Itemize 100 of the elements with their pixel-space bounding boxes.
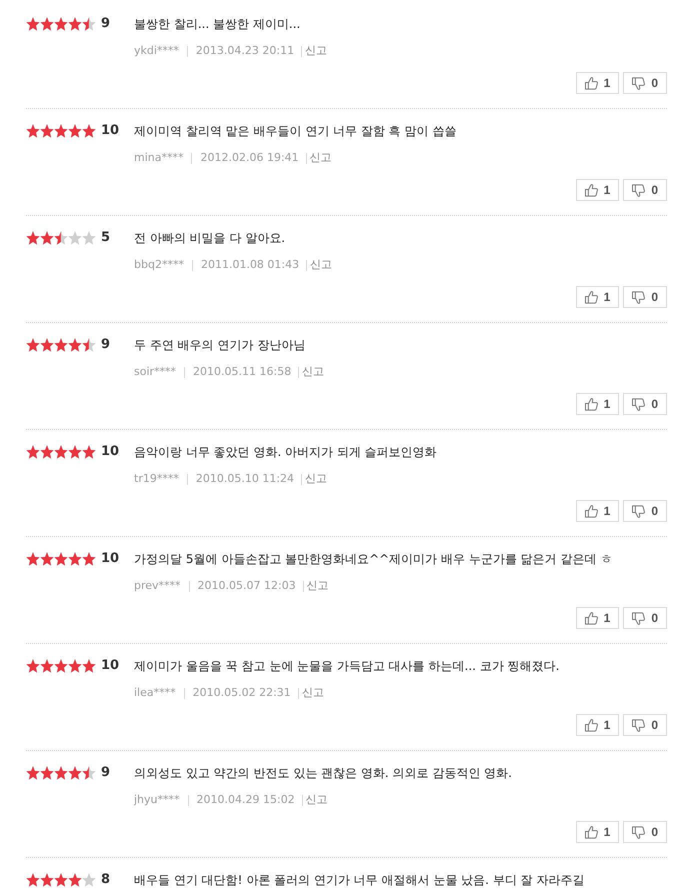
username: ykdi**** [134, 44, 179, 58]
like-button[interactable]: 1 [576, 607, 620, 629]
like-button[interactable]: 1 [576, 286, 620, 308]
report-link[interactable]: 신고 [302, 365, 324, 379]
star-icon [54, 17, 68, 31]
rating-score: 10 [101, 444, 120, 460]
review-date: 2010.05.11 16:58 [193, 365, 292, 379]
review-text: 가정의달 5월에 아들손잡고 볼만한영화네요^^제이미가 배우 누군가를 닮은거 같은데 ㅎ [134, 551, 612, 567]
star-icon [82, 659, 96, 673]
review-text: 두 주연 배우의 연기가 장난아님 [134, 337, 306, 353]
like-button[interactable]: 1 [576, 72, 620, 94]
dislike-button[interactable]: 0 [623, 500, 667, 522]
dislike-button[interactable]: 0 [623, 821, 667, 843]
star-icon [26, 659, 40, 673]
star-icon [68, 766, 82, 780]
rating-score: 10 [101, 658, 120, 674]
review-text: 제이미가 울음을 꾹 참고 눈에 눈물을 가득담고 대사를 하는데... 코가 찡해졌다. [134, 658, 560, 674]
star-icon [26, 873, 40, 887]
star-icon [26, 17, 40, 31]
half-star-icon [54, 231, 68, 245]
star-icon [68, 338, 82, 352]
star-icon [26, 552, 40, 566]
star-icon [54, 766, 68, 780]
star-icon [26, 445, 40, 459]
star-icon [54, 124, 68, 138]
star-icon [82, 445, 96, 459]
half-star-icon [82, 766, 96, 780]
star-icon [26, 338, 40, 352]
star-icon [40, 552, 54, 566]
star-icon [40, 17, 54, 31]
like-button[interactable]: 1 [576, 393, 620, 415]
dislike-button[interactable]: 0 [623, 286, 667, 308]
like-button[interactable]: 1 [576, 821, 620, 843]
report-link[interactable]: 신고 [310, 151, 332, 165]
star-icon [68, 552, 82, 566]
like-button[interactable]: 1 [576, 500, 620, 522]
half-star-icon [82, 17, 96, 31]
review-text: 전 아빠의 비밀을 다 알아요. [134, 230, 286, 246]
star-icon [26, 231, 40, 245]
thumbs-down-icon [632, 76, 646, 90]
thumbs-up-icon [584, 826, 598, 838]
star-icon [54, 445, 68, 459]
thumbs-up-icon [584, 612, 598, 624]
report-link[interactable]: 신고 [306, 793, 328, 807]
star-icon [68, 124, 82, 138]
star-icon [54, 552, 68, 566]
star-icon [26, 766, 40, 780]
review-text: 배우들 연기 대단함! 아론 폴러의 연기가 너무 애절해서 눈물 났음. 부디 잘 자라주길 [134, 872, 584, 888]
report-link[interactable]: 신고 [305, 44, 328, 58]
thumbs-up-icon [584, 290, 598, 304]
username: mina**** [134, 151, 184, 165]
dislike-button[interactable]: 0 [623, 72, 667, 94]
review-date: 2011.01.08 01:43 [200, 258, 300, 272]
rating-score: 9 [101, 765, 112, 781]
rating-score: 9 [101, 337, 112, 353]
report-link[interactable]: 신고 [306, 579, 329, 593]
username: bbq2**** [134, 258, 184, 272]
username: ilea**** [134, 686, 176, 700]
thumbs-down-icon [632, 612, 646, 624]
star-icon [54, 338, 68, 352]
star-icon [68, 445, 82, 459]
username: soir**** [134, 365, 176, 379]
dislike-button[interactable]: 0 [623, 714, 667, 736]
dislike-button[interactable]: 0 [623, 179, 667, 201]
star-icon [40, 445, 54, 459]
review-text: 음악이랑 너무 좋았던 영화. 아버지가 되게 슬퍼보인영화 [134, 444, 437, 460]
rating-score: 10 [101, 123, 120, 139]
thumbs-down-icon [632, 718, 646, 732]
thumbs-down-icon [632, 398, 646, 410]
half-star-icon [82, 338, 96, 352]
star-icon [54, 873, 68, 887]
review-date: 2012.02.06 19:41 [200, 151, 299, 165]
report-link[interactable]: 신고 [305, 472, 328, 486]
username: tr19**** [134, 472, 179, 486]
like-button[interactable]: 1 [576, 179, 620, 201]
report-link[interactable]: 신고 [310, 258, 332, 272]
star-icon [40, 873, 54, 887]
thumbs-down-icon [632, 826, 646, 838]
review-date: 2010.05.10 11:24 [196, 472, 294, 486]
rating-score: 10 [101, 551, 120, 567]
star-icon [54, 659, 68, 673]
dislike-button[interactable]: 0 [623, 607, 667, 629]
dislike-button[interactable]: 0 [623, 393, 667, 415]
star-icon [68, 17, 82, 31]
thumbs-down-icon [632, 504, 646, 518]
star-icon [26, 124, 40, 138]
thumbs-up-icon [584, 76, 598, 90]
star-icon [68, 873, 82, 887]
username: jhyu**** [134, 793, 180, 807]
report-link[interactable]: 신고 [302, 686, 324, 700]
thumbs-up-icon [584, 184, 598, 196]
star-icon [68, 659, 82, 673]
star-icon [40, 659, 54, 673]
rating-score: 8 [101, 872, 112, 888]
username: prev**** [134, 579, 181, 593]
star-icon [40, 124, 54, 138]
thumbs-down-icon [632, 184, 646, 196]
like-button[interactable]: 1 [576, 714, 620, 736]
star-icon [40, 338, 54, 352]
rating-score: 9 [101, 16, 112, 32]
